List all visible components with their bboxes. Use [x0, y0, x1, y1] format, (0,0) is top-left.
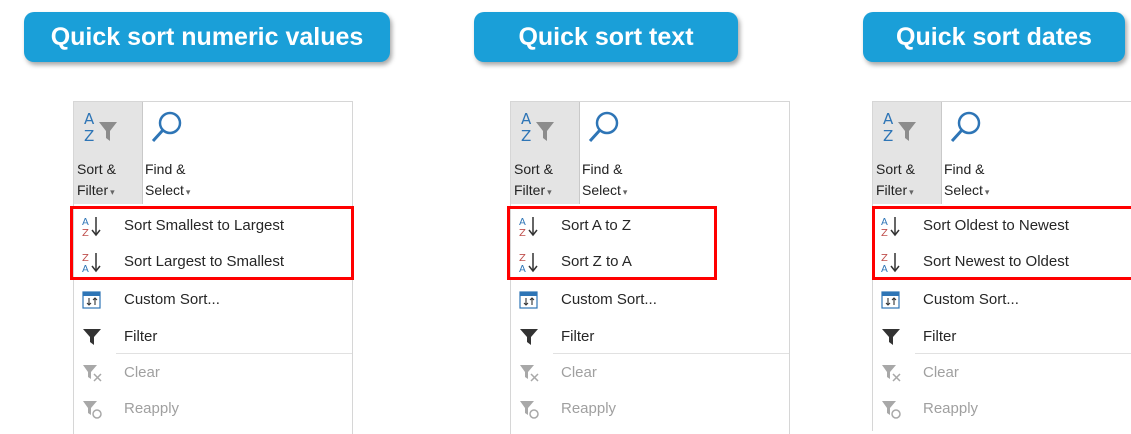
highlight-box [872, 206, 1131, 280]
filter-icon [83, 329, 101, 345]
sort-filter-button[interactable]: A Z Sort & Filter ▾ [511, 102, 580, 205]
magnifier-icon [588, 111, 619, 143]
menu-item-clear[interactable]: Clear [873, 355, 1131, 391]
ribbon-group-editing: A Z Sort & Filter ▾ Find & Select ▾ [510, 101, 790, 205]
clear-filter-icon [83, 365, 102, 382]
svg-text:Z: Z [521, 127, 531, 144]
banner-numeric: Quick sort numeric values [24, 12, 390, 62]
sort-filter-label-1: Sort & [876, 161, 915, 177]
clear-label: Clear [124, 364, 160, 381]
custom-sort-label: Custom Sort... [124, 291, 220, 308]
reapply-label: Reapply [124, 400, 180, 417]
chevron-down-icon: ▾ [185, 187, 191, 197]
svg-text:Z: Z [883, 127, 893, 144]
menu-item-reapply[interactable]: Reapply [511, 391, 789, 427]
svg-text:Z: Z [84, 127, 94, 144]
menu-item-custom-sort[interactable]: Custom Sort... [511, 282, 789, 318]
sort-filter-icon: A Z [883, 110, 916, 144]
sort-filter-label-2: Filter ▾ [77, 182, 115, 198]
reapply-filter-icon [83, 401, 102, 419]
custom-sort-icon [82, 291, 101, 309]
highlight-box [70, 206, 354, 280]
svg-text:A: A [521, 110, 532, 128]
chevron-down-icon: ▾ [984, 187, 990, 197]
highlight-box [507, 206, 717, 280]
menu-item-custom-sort[interactable]: Custom Sort... [873, 282, 1131, 318]
menu-separator [116, 353, 352, 354]
sort-filter-label-2: Filter ▾ [876, 182, 914, 198]
ribbon-group-editing: A Z Sort & Filter ▾ Find & Select ▾ [73, 101, 353, 205]
menu-separator [915, 353, 1131, 354]
reapply-label: Reapply [561, 400, 617, 417]
sort-filter-label-2: Filter ▾ [514, 182, 552, 198]
sort-filter-button[interactable]: A Z Sort & Filter ▾ [873, 102, 942, 205]
custom-sort-label: Custom Sort... [923, 291, 1019, 308]
find-select-label-2: Select ▾ [145, 182, 191, 198]
sort-filter-icon: A Z [84, 110, 117, 144]
banner-text: Quick sort text [474, 12, 738, 62]
sort-panel-dates: A Z Sort & Filter ▾ Find & Select ▾ A Z So [872, 101, 1131, 431]
find-select-label-1: Find & [582, 161, 623, 177]
sort-filter-icon: A Z [521, 110, 554, 144]
svg-text:A: A [84, 110, 95, 128]
clear-filter-icon [520, 365, 539, 382]
magnifier-icon [151, 111, 182, 143]
filter-icon [520, 329, 538, 345]
filter-label: Filter [124, 328, 158, 345]
sort-filter-label-1: Sort & [514, 161, 553, 177]
sort-filter-label-1: Sort & [77, 161, 116, 177]
clear-label: Clear [561, 364, 597, 381]
sort-panel-text: A Z Sort & Filter ▾ Find & Select ▾ A Z So [507, 101, 790, 434]
chevron-down-icon: ▾ [110, 187, 115, 197]
reapply-filter-icon [882, 401, 901, 419]
filter-label: Filter [561, 328, 595, 345]
chevron-down-icon: ▾ [909, 187, 914, 197]
clear-label: Clear [923, 364, 959, 381]
menu-item-custom-sort[interactable]: Custom Sort... [74, 282, 352, 318]
reapply-label: Reapply [923, 400, 979, 417]
sort-filter-button[interactable]: A Z Sort & Filter ▾ [74, 102, 143, 205]
find-select-label-1: Find & [944, 161, 985, 177]
find-select-label-1: Find & [145, 161, 186, 177]
chevron-down-icon: ▾ [622, 187, 628, 197]
svg-text:A: A [883, 110, 894, 128]
menu-item-filter[interactable]: Filter [873, 319, 1131, 355]
find-select-button[interactable]: Find & Select ▾ [579, 102, 628, 205]
reapply-filter-icon [520, 401, 539, 419]
custom-sort-icon [519, 291, 538, 309]
find-select-button[interactable]: Find & Select ▾ [142, 102, 191, 205]
ribbon-group-editing: A Z Sort & Filter ▾ Find & Select ▾ [872, 101, 1131, 205]
clear-filter-icon [882, 365, 901, 382]
banner-dates: Quick sort dates [863, 12, 1125, 62]
custom-sort-label: Custom Sort... [561, 291, 657, 308]
menu-item-reapply[interactable]: Reapply [74, 391, 352, 427]
filter-icon [882, 329, 900, 345]
menu-separator [553, 353, 789, 354]
filter-label: Filter [923, 328, 957, 345]
menu-item-reapply[interactable]: Reapply [873, 391, 1131, 427]
menu-item-clear[interactable]: Clear [74, 355, 352, 391]
chevron-down-icon: ▾ [547, 187, 552, 197]
find-select-label-2: Select ▾ [944, 182, 990, 198]
menu-item-filter[interactable]: Filter [511, 319, 789, 355]
find-select-button[interactable]: Find & Select ▾ [941, 102, 990, 205]
menu-item-filter[interactable]: Filter [74, 319, 352, 355]
find-select-label-2: Select ▾ [582, 182, 628, 198]
sort-panel-numeric: A Z Sort & Filter ▾ Find & Select ▾ A Z So [70, 101, 354, 434]
magnifier-icon [950, 111, 981, 143]
custom-sort-icon [881, 291, 900, 309]
menu-item-clear[interactable]: Clear [511, 355, 789, 391]
